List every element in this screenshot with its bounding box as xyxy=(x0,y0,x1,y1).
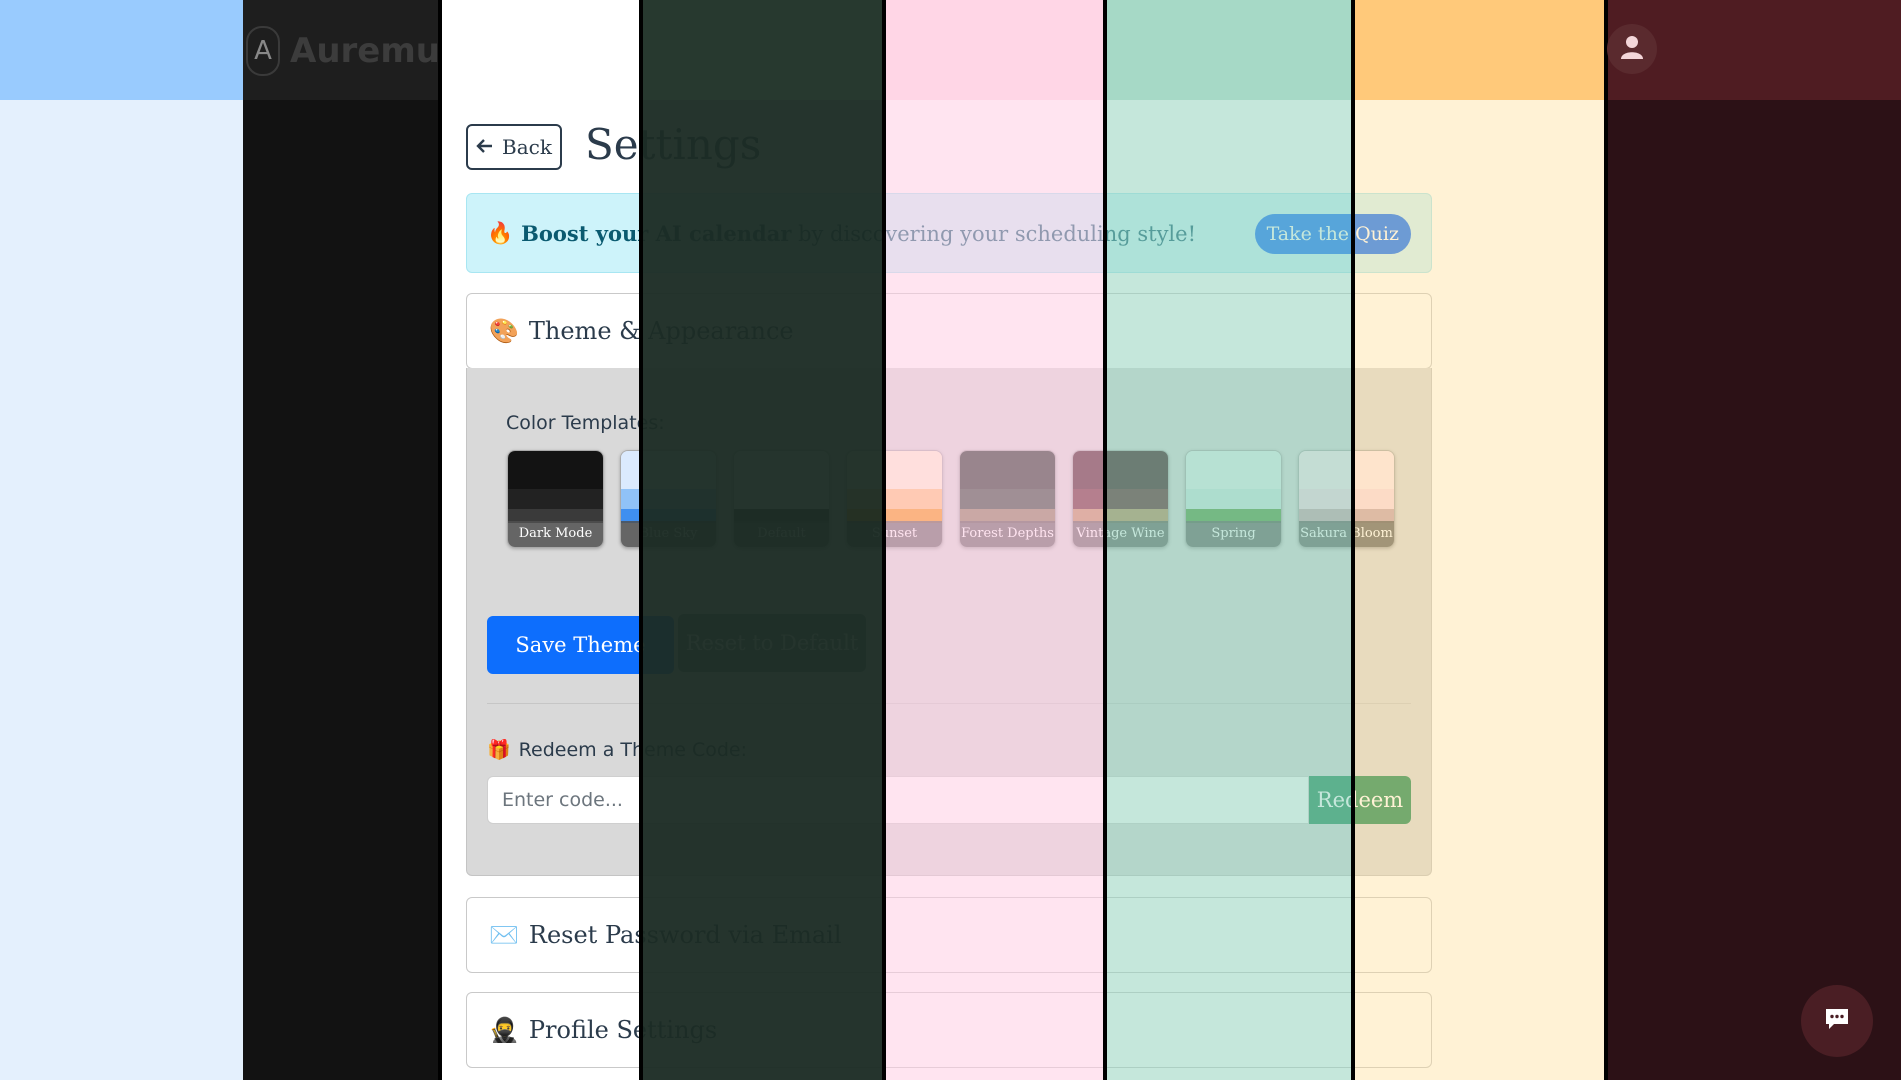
theme-section-title: Theme & Appearance xyxy=(528,317,794,345)
theme-section-body: Color Templates: Dark Mode Blue Sky Defaul… xyxy=(466,368,1432,876)
swatch-color-band xyxy=(847,451,942,489)
strip-divider xyxy=(639,0,643,1080)
redeem-button[interactable]: Redeem xyxy=(1309,776,1411,824)
back-label: Back xyxy=(502,135,552,159)
strip-divider xyxy=(882,0,886,1080)
profile-title: Profile Settings xyxy=(528,1016,718,1044)
theme-strip-dark-mode xyxy=(243,0,440,1080)
logo-text: Auremu xyxy=(290,31,440,71)
swatch-label: Spring Meadow xyxy=(1186,521,1281,547)
swatch-color-band xyxy=(960,451,1055,489)
quiz-banner-bold: Boost your AI calendar xyxy=(521,221,792,246)
swatch-color-band xyxy=(1073,489,1168,509)
color-template-sakura-bloom[interactable]: Sakura Bloom xyxy=(1298,450,1395,548)
strip-divider xyxy=(1103,0,1107,1080)
chat-button[interactable] xyxy=(1801,985,1873,1057)
take-quiz-button[interactable]: Take the Quiz xyxy=(1254,214,1411,254)
redeem-label: 🎁 Redeem a Theme Code: xyxy=(487,738,747,762)
theme-code-input[interactable] xyxy=(487,776,1309,824)
swatch-color-band xyxy=(1186,451,1281,489)
app-logo[interactable]: A Auremu xyxy=(246,26,440,76)
swatch-label: Sunset xyxy=(847,521,942,547)
swatch-label: Forest Depths xyxy=(960,521,1055,547)
swatch-color-band xyxy=(621,451,716,489)
swatch-label: Sakura Bloom xyxy=(1299,521,1394,547)
color-template-sunset[interactable]: Sunset xyxy=(846,450,943,548)
quiz-banner: 🔥 Boost your AI calendar by discovering … xyxy=(466,193,1432,273)
swatch-label: Dark Mode xyxy=(508,521,603,547)
color-template-blue-sky[interactable]: Blue Sky xyxy=(620,450,717,548)
swatch-color-band xyxy=(508,489,603,509)
swatch-label: Blue Sky xyxy=(621,521,716,547)
swatch-color-band xyxy=(847,489,942,509)
quiz-banner-text: 🔥 Boost your AI calendar by discovering … xyxy=(487,221,1196,246)
strip-divider xyxy=(1351,0,1355,1080)
user-icon xyxy=(1621,35,1643,63)
page-title: Settings xyxy=(585,120,762,169)
color-template-forest-depths[interactable]: Forest Depths xyxy=(959,450,1056,548)
reset-password-section-header[interactable]: ✉️ Reset Password via Email xyxy=(466,897,1432,973)
theme-strip-vintage-wine xyxy=(1606,0,1901,1080)
swatch-color-band xyxy=(960,489,1055,509)
redeem-label-text: Redeem a Theme Code: xyxy=(518,738,747,761)
ninja-icon: 🥷 xyxy=(489,1016,519,1044)
envelope-icon: ✉️ xyxy=(489,921,519,949)
color-template-dark-mode[interactable]: Dark Mode xyxy=(507,450,604,548)
back-button[interactable]: Back xyxy=(466,124,562,170)
reset-default-button[interactable]: Reset to Default xyxy=(678,614,866,672)
swatch-color-band xyxy=(1299,489,1394,509)
swatch-color-band xyxy=(508,451,603,489)
gift-icon: 🎁 xyxy=(487,739,511,761)
swatch-label: Vintage Wine xyxy=(1073,521,1168,547)
color-template-vintage-wine[interactable]: Vintage Wine xyxy=(1072,450,1169,548)
profile-section-header[interactable]: 🥷 Profile Settings xyxy=(466,992,1432,1068)
color-template-default[interactable]: Default xyxy=(733,450,830,548)
divider xyxy=(487,703,1411,704)
swatch-color-band xyxy=(1299,451,1394,489)
swatch-color-band xyxy=(1186,489,1281,509)
chat-icon xyxy=(1824,1007,1850,1035)
user-avatar-button[interactable] xyxy=(1607,24,1657,74)
swatch-color-band xyxy=(1073,451,1168,489)
swatch-label: Default xyxy=(734,521,829,547)
save-theme-button[interactable]: Save Theme xyxy=(487,616,674,674)
arrow-left-icon xyxy=(476,135,494,159)
strip-divider xyxy=(438,0,442,1080)
palette-icon: 🎨 xyxy=(489,317,519,345)
swatch-color-band xyxy=(734,489,829,509)
color-template-spring-meadow[interactable]: Spring Meadow xyxy=(1185,450,1282,548)
quiz-banner-rest: by discovering your scheduling style! xyxy=(791,222,1197,246)
theme-section-header[interactable]: 🎨 Theme & Appearance xyxy=(466,293,1432,369)
swatch-color-band xyxy=(621,489,716,509)
theme-strip-blue-sky xyxy=(0,0,243,1080)
reset-password-title: Reset Password via Email xyxy=(528,921,842,949)
strip-divider xyxy=(1604,0,1608,1080)
fire-icon: 🔥 xyxy=(487,221,514,245)
swatch-color-band xyxy=(734,451,829,489)
logo-mark-icon: A xyxy=(246,26,280,76)
